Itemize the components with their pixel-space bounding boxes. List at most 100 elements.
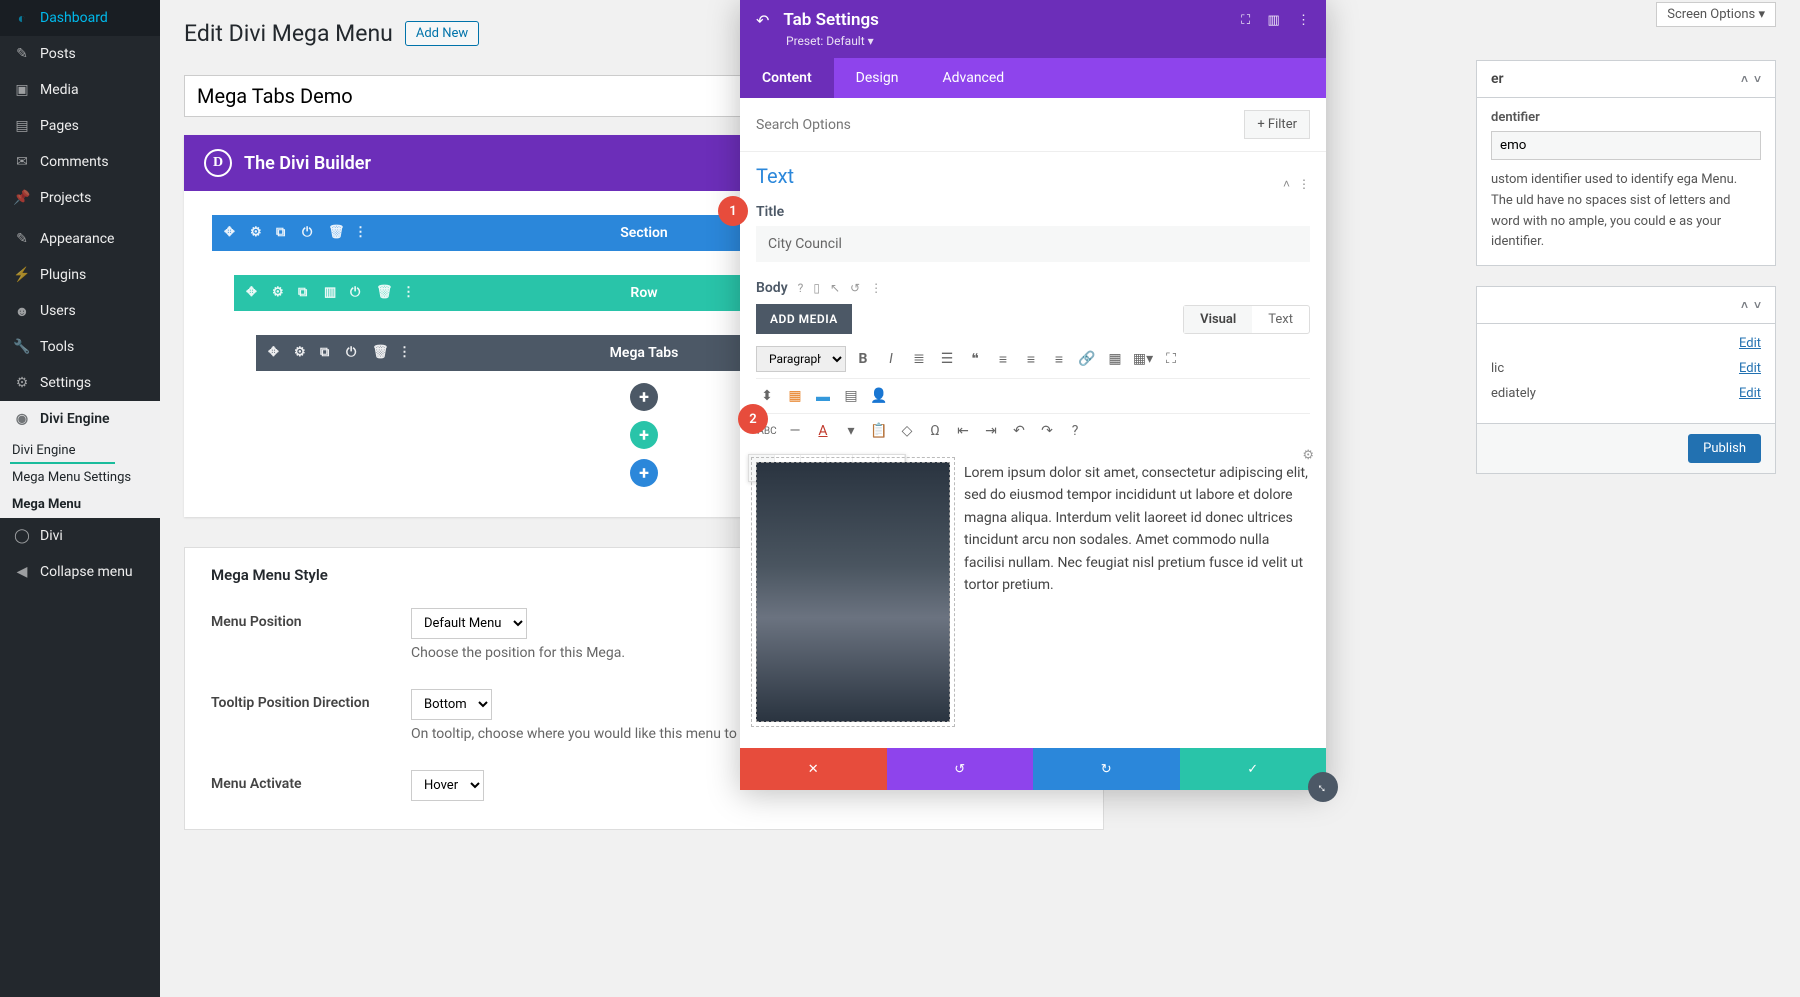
more-icon[interactable]: ⋮	[1297, 13, 1310, 28]
move-icon[interactable]: ✥	[246, 285, 262, 301]
trash-icon[interactable]: 🗑	[372, 345, 388, 361]
more-icon[interactable]: ⋮	[398, 345, 414, 361]
add-section-button[interactable]: +	[630, 459, 658, 487]
ol-icon[interactable]: ☰	[936, 348, 958, 370]
columns-icon[interactable]: ▥	[324, 285, 340, 301]
sidebar-item-posts[interactable]: ✎Posts	[0, 36, 160, 72]
editor-text-tab[interactable]: Text	[1252, 306, 1309, 333]
more-icon[interactable]: ⋮	[354, 225, 370, 241]
divider-icon[interactable]: ▬	[812, 385, 834, 407]
chevron-up-icon[interactable]: ˄	[1741, 298, 1748, 312]
editor-content-area[interactable]: ⚙ ▢ ◧ ◫ ◨ ✎ ✕ Lorem ipsum dolor sit amet…	[756, 448, 1310, 722]
help-toolbar-icon[interactable]: ?	[1064, 420, 1086, 442]
sidebar-item-divi[interactable]: ◯Divi	[0, 518, 160, 554]
reset-icon[interactable]: ↺	[850, 281, 860, 295]
move-icon[interactable]: ✥	[268, 345, 284, 361]
expand-icon[interactable]: ⛶	[1241, 13, 1250, 28]
sidebar-item-plugins[interactable]: ⚡Plugins	[0, 257, 160, 293]
outdent-icon[interactable]: ⇤	[952, 420, 974, 442]
hr-icon[interactable]: —	[784, 420, 806, 442]
chevron-up-icon[interactable]: ˄	[1283, 177, 1290, 191]
tab-content[interactable]: Content	[740, 58, 834, 98]
edit-link[interactable]: Edit	[1739, 336, 1761, 351]
ul-icon[interactable]: ≣	[908, 348, 930, 370]
clear-icon[interactable]: ◇	[896, 420, 918, 442]
indent-icon[interactable]: ⇥	[980, 420, 1002, 442]
filter-button[interactable]: + Filter	[1244, 110, 1310, 139]
settings-icon[interactable]: ⚙	[1302, 448, 1314, 463]
power-icon[interactable]: ⏻	[346, 345, 362, 361]
sidebar-item-projects[interactable]: 📌Projects	[0, 180, 160, 216]
sidebar-subitem-mega-settings[interactable]: Mega Menu Settings	[0, 464, 160, 491]
color-blocks-icon[interactable]: ▦	[784, 385, 806, 407]
sidebar-subitem-mega-menu[interactable]: Mega Menu	[0, 491, 160, 518]
quote-icon[interactable]: ❝	[964, 348, 986, 370]
save-button[interactable]: ✓	[1180, 748, 1327, 790]
power-icon[interactable]: ⏻	[350, 285, 366, 301]
special-char-icon[interactable]: Ω	[924, 420, 946, 442]
textcolor-icon[interactable]: A	[812, 420, 834, 442]
sidebar-item-users[interactable]: ☻Users	[0, 293, 160, 329]
mobile-icon[interactable]: ▯	[813, 281, 820, 295]
undo-icon[interactable]: ↶	[1008, 420, 1030, 442]
table-icon[interactable]: ▦▾	[1132, 348, 1154, 370]
gear-icon[interactable]: ⚙	[272, 285, 288, 301]
redo-icon[interactable]: ↷	[1036, 420, 1058, 442]
tab-design[interactable]: Design	[834, 58, 921, 98]
sidebar-item-divi-engine[interactable]: ◉Divi Engine	[0, 401, 160, 437]
edit-link[interactable]: Edit	[1739, 386, 1761, 401]
add-module-button[interactable]: +	[630, 383, 658, 411]
add-row-button[interactable]: +	[630, 421, 658, 449]
duplicate-icon[interactable]: ⧉	[276, 225, 292, 241]
align-right-icon[interactable]: ≡	[1048, 348, 1070, 370]
sidebar-item-appearance[interactable]: ✎Appearance	[0, 221, 160, 257]
inserted-image[interactable]	[756, 462, 950, 722]
sidebar-item-pages[interactable]: ▤Pages	[0, 108, 160, 144]
chevron-down-icon[interactable]: ˅	[1754, 72, 1761, 86]
duplicate-icon[interactable]: ⧉	[298, 285, 314, 301]
sidebar-item-settings[interactable]: ⚙Settings	[0, 365, 160, 401]
menu-activate-select[interactable]: Hover	[411, 770, 484, 801]
search-options-input[interactable]	[756, 117, 1088, 133]
cancel-button[interactable]: ✕	[740, 748, 887, 790]
metabox-publish-header[interactable]: ˄˅	[1477, 287, 1775, 324]
sidebar-collapse[interactable]: ◀Collapse menu	[0, 554, 160, 590]
shortcode-icon[interactable]: ⬍	[756, 385, 778, 407]
redo-button[interactable]: ↻	[1033, 748, 1180, 790]
menu-position-select[interactable]: Default Menu	[411, 608, 527, 639]
bold-icon[interactable]: B	[852, 348, 874, 370]
move-icon[interactable]: ✥	[224, 225, 240, 241]
power-icon[interactable]: ⏻	[302, 225, 318, 241]
panel-icon[interactable]: ▥	[1267, 13, 1279, 28]
identifier-input[interactable]	[1491, 131, 1761, 160]
chevron-up-icon[interactable]: ˄	[1741, 72, 1748, 86]
screen-options-button[interactable]: Screen Options ▾	[1656, 2, 1776, 27]
add-media-button[interactable]: ADD MEDIA	[756, 304, 852, 334]
grid-icon[interactable]: ▦	[1104, 348, 1126, 370]
link-icon[interactable]: 🔗	[1076, 348, 1098, 370]
trash-icon[interactable]: 🗑	[376, 285, 392, 301]
chevron-down-icon[interactable]: ˅	[1754, 298, 1761, 312]
layout-icon[interactable]: ▤	[840, 385, 862, 407]
align-left-icon[interactable]: ≡	[992, 348, 1014, 370]
more-icon[interactable]: ⋮	[402, 285, 418, 301]
dropdown-icon[interactable]: ▾	[840, 420, 862, 442]
tooltip-position-select[interactable]: Bottom	[411, 689, 492, 720]
add-new-button[interactable]: Add New	[405, 21, 479, 46]
format-select[interactable]: Paragraph	[756, 346, 846, 372]
body-text[interactable]: Lorem ipsum dolor sit amet, consectetur …	[964, 462, 1310, 722]
publish-button[interactable]: Publish	[1688, 434, 1761, 463]
preset-label[interactable]: Preset: Default ▾	[786, 34, 1310, 48]
back-icon[interactable]: ↶	[756, 11, 769, 30]
tab-advanced[interactable]: Advanced	[921, 58, 1027, 98]
title-input[interactable]	[756, 226, 1310, 262]
help-icon[interactable]: ?	[798, 281, 804, 295]
sidebar-item-tools[interactable]: 🔧Tools	[0, 329, 160, 365]
gear-icon[interactable]: ⚙	[250, 225, 266, 241]
person-icon[interactable]: 👤	[868, 385, 890, 407]
cursor-icon[interactable]: ↖	[830, 281, 840, 295]
edit-link[interactable]: Edit	[1739, 361, 1761, 376]
editor-visual-tab[interactable]: Visual	[1184, 306, 1252, 333]
sidebar-item-comments[interactable]: ✉Comments	[0, 144, 160, 180]
more-icon[interactable]: ⋮	[1298, 177, 1310, 191]
